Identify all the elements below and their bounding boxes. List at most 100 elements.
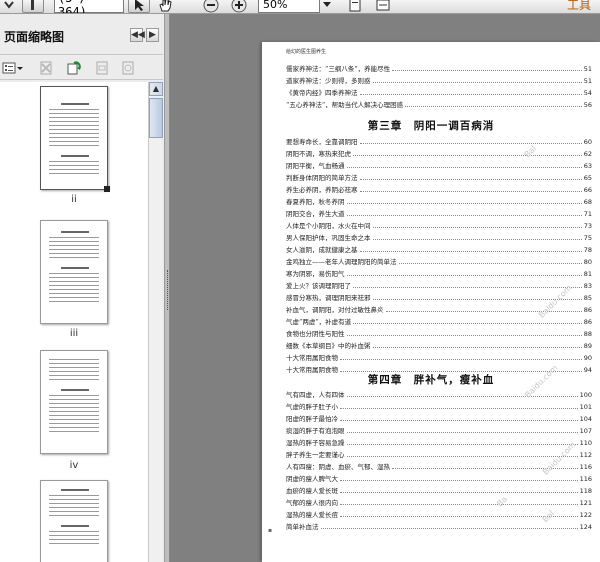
- thumbnail-label: ii: [71, 194, 77, 205]
- dot-leader: [340, 420, 578, 421]
- toc-entry-page: 63: [583, 162, 592, 170]
- toc-entry-title: 气郁的瘦人很内向: [286, 499, 338, 507]
- toc-entry[interactable]: 儒家养神法：“三纲八条”，养能尽性 51: [286, 61, 592, 73]
- toc-entry[interactable]: 判断身体阴阳的简单方法 65: [286, 170, 592, 182]
- toc-entry[interactable]: 阴阳不调，寒热来犯虎 62: [286, 146, 592, 158]
- page-number-field[interactable]: (5 / 364): [54, 0, 124, 13]
- hand-tool-icon[interactable]: [154, 0, 176, 13]
- toc-entry-title: 气虚“两虚”，补虚有道: [286, 318, 352, 326]
- fit-page-icon[interactable]: [344, 0, 366, 13]
- toc-entry[interactable]: 要想寿命长，全靠调阴阳 60: [286, 134, 592, 146]
- toc-entry-title: 阴阳不调，寒热来犯虎: [286, 150, 351, 158]
- thumbnail-list[interactable]: ii iii iv: [0, 82, 148, 562]
- delete-pages-icon[interactable]: [38, 60, 54, 76]
- dot-leader: [353, 155, 582, 156]
- toc-entry[interactable]: 春夏养阳，秋冬养阴 68: [286, 194, 592, 206]
- toc-entry-page: 81: [583, 270, 592, 278]
- toc-entry[interactable]: 十大常用属阳食物 90: [286, 350, 592, 362]
- toc-entry[interactable]: 细数《本草纲目》中的补血粥 89: [286, 338, 592, 350]
- selection-handle[interactable]: [104, 186, 110, 192]
- toc-entry-page: 104: [579, 415, 592, 423]
- toc-entry-title: “五心养神法”，帮助当代人解决心理困惑: [286, 101, 404, 109]
- toc-entry[interactable]: 感冒分寒热，调理阴阳来祛邪 85: [286, 290, 592, 302]
- toc-entry-page: 75: [583, 234, 592, 242]
- toc-entry[interactable]: 阴阳平衡，气血畅通 63: [286, 158, 592, 170]
- toc-entry[interactable]: 食物也分阴性与阳性 88: [286, 326, 592, 338]
- toc-entry-title: 金鸡独立——老年人调理阴阳的简单法: [286, 258, 397, 266]
- toc-entry-page: 86: [583, 306, 592, 314]
- toc-entry[interactable]: 男人保阳护体，巩固生命之本 75: [286, 230, 592, 242]
- toc-entry[interactable]: 阴阳交合，养生大道 71: [286, 206, 592, 218]
- print-pages-icon[interactable]: [94, 60, 110, 76]
- toc-entry[interactable]: 血瘀的瘦人爱长斑 118: [286, 483, 592, 495]
- toc-entry-page: 68: [583, 198, 592, 206]
- toc-entry-title: 阴阳交合，养生大道: [286, 210, 345, 218]
- toc-entry[interactable]: “五心养神法”，帮助当代人解决心理困惑 56: [286, 97, 592, 109]
- previous-page-icon[interactable]: [2, 0, 16, 13]
- thumbnail-scrollbar[interactable]: ▲: [148, 82, 163, 562]
- page-thumbnail[interactable]: [40, 350, 108, 454]
- toc-entry-title: 气有四虚，人有四体: [286, 391, 345, 399]
- toc-entry-title: 人体是个小阴阳，水火在中间: [286, 222, 371, 230]
- panel-options-icon[interactable]: ▶: [146, 28, 159, 42]
- toc-entry-title: 细数《本草纲目》中的补血粥: [286, 342, 371, 350]
- page-properties-icon[interactable]: [120, 60, 136, 76]
- dot-leader: [346, 203, 582, 204]
- toc-entry[interactable]: 气郁的瘦人很内向 121: [286, 495, 592, 507]
- scroll-up-icon[interactable]: ▲: [149, 82, 163, 96]
- toc-entry-page: 54: [583, 89, 592, 97]
- toc-entry[interactable]: 爱上火？该调理阴阳了 83: [286, 278, 592, 290]
- rotate-pages-icon[interactable]: [66, 60, 82, 76]
- toc-entry-title: 湿热的瘦人爱长痘: [286, 511, 338, 519]
- toc-entry-title: 感冒分寒热，调理阴阳来祛邪: [286, 294, 371, 302]
- toc-entry[interactable]: 寒为阴邪，易伤阳气 81: [286, 266, 592, 278]
- dot-leader: [340, 359, 582, 360]
- toc-entry[interactable]: 湿热的胖子容易急躁 110: [286, 435, 592, 447]
- toc-entry-page: 110: [579, 439, 592, 447]
- scrollbar-thumb[interactable]: [149, 98, 163, 138]
- page-thumbnail[interactable]: [40, 86, 110, 192]
- splitter-grip[interactable]: [167, 270, 168, 310]
- panel-toolbar: [0, 54, 163, 80]
- thumbnails-panel: 页面缩略图 ◀◀ ▶ ii iii iv ▲: [0, 14, 165, 562]
- collapse-panel-icon[interactable]: ◀◀: [130, 28, 145, 42]
- first-page-button[interactable]: [22, 0, 44, 13]
- toc-entry-title: 寒为阴邪，易伤阳气: [286, 270, 345, 278]
- toc-entry[interactable]: 《黄帝内经》四季养神法 54: [286, 85, 592, 97]
- zoom-in-icon[interactable]: [228, 0, 250, 13]
- toc-entry-title: 男人保阳护体，巩固生命之本: [286, 234, 371, 242]
- toc-entry-page: 62: [583, 150, 592, 158]
- panel-header: 页面缩略图 ◀◀ ▶: [0, 24, 163, 46]
- toc-entry[interactable]: 痰湿的胖子有泡泡眼 107: [286, 423, 592, 435]
- dot-leader: [353, 287, 582, 288]
- toc-entry-title: 阳虚的胖子最怕冷: [286, 415, 338, 423]
- tools-menu[interactable]: 工具: [560, 0, 598, 13]
- page-thumbnail[interactable]: [40, 480, 108, 562]
- toc-entry-title: 女人滋阴，成就健康之基: [286, 246, 358, 254]
- toc-entry[interactable]: 女人滋阴，成就健康之基 78: [286, 242, 592, 254]
- toc-entry-page: 121: [579, 499, 592, 507]
- fit-width-icon[interactable]: [372, 0, 394, 13]
- toc-entry[interactable]: 道家养神法：少则得，多则惑 51: [286, 73, 592, 85]
- zoom-level-field[interactable]: 50%: [258, 0, 320, 13]
- toc-entry[interactable]: 阳虚的胖子最怕冷 104: [286, 411, 592, 423]
- toc-entry[interactable]: 人体是个小阴阳，水火在中间 73: [286, 218, 592, 230]
- toc-entry-page: 86: [583, 318, 592, 326]
- dot-leader: [359, 143, 582, 144]
- toc-entry[interactable]: 胖子养生一定要谨心 112: [286, 447, 592, 459]
- dot-leader: [346, 215, 582, 216]
- thumbnail-options-icon[interactable]: [2, 60, 24, 76]
- dot-leader: [359, 94, 582, 95]
- zoom-out-icon[interactable]: [200, 0, 222, 13]
- toc-entry-title: 道家养神法：少则得，多则惑: [286, 77, 371, 85]
- toc-entry-page: 116: [579, 475, 592, 483]
- select-tool-icon[interactable]: [128, 0, 150, 13]
- page-thumbnail[interactable]: [40, 220, 108, 324]
- toc-entry[interactable]: 养生必养阴，养阴必祛寒 66: [286, 182, 592, 194]
- dot-leader: [385, 311, 582, 312]
- toc-entry[interactable]: 金鸡独立——老年人调理阴阳的简单法 80: [286, 254, 592, 266]
- toc-entry[interactable]: 气虚的胖子肚子小 101: [286, 399, 592, 411]
- zoom-dropdown-icon[interactable]: [320, 0, 334, 13]
- dot-leader: [346, 432, 578, 433]
- toc-entry[interactable]: 气有四虚，人有四体 100: [286, 387, 592, 399]
